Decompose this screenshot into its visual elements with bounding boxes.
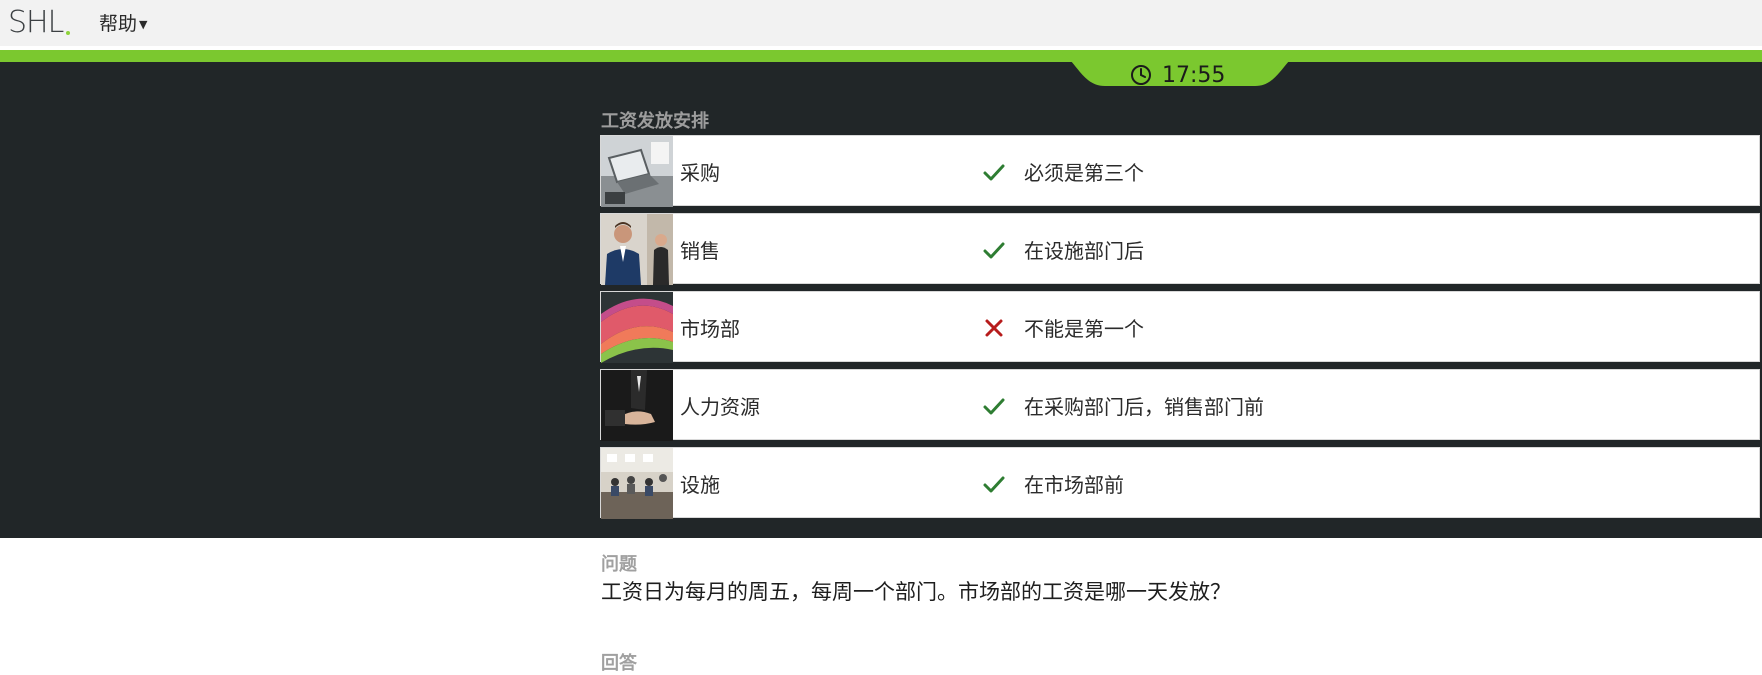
schedule-row-facilities: 设施 在市场部前 bbox=[600, 447, 1760, 519]
rule-text: 必须是第三个 bbox=[1024, 161, 1144, 185]
question-text: 工资日为每月的周五，每周一个部门。市场部的工资是哪一天发放？ bbox=[601, 580, 1231, 604]
schedule-row-marketing: 市场部 不能是第一个 bbox=[600, 291, 1760, 363]
help-menu-button[interactable]: 帮助 ▼ bbox=[99, 9, 147, 36]
help-label: 帮助 bbox=[99, 13, 138, 35]
schedule-row-hr: 人力资源 在采购部门后，销售部门前 bbox=[600, 369, 1760, 441]
rule-text: 不能是第一个 bbox=[1024, 317, 1144, 341]
timer-text: 17:55 bbox=[1162, 62, 1226, 88]
department-name: 设施 bbox=[680, 473, 720, 497]
department-name: 市场部 bbox=[680, 317, 740, 341]
timer: 17:55 bbox=[1130, 58, 1225, 92]
rule-text: 在市场部前 bbox=[1024, 473, 1124, 497]
department-name: 销售 bbox=[680, 239, 720, 263]
laptop-desk-thumbnail bbox=[601, 136, 673, 207]
question-label: 问题 bbox=[601, 554, 637, 575]
schedule-title: 工资发放安排 bbox=[601, 111, 709, 132]
check-icon bbox=[983, 476, 1005, 493]
business-people-thumbnail bbox=[601, 214, 673, 285]
schedule-row-sales: 销售 在设施部门后 bbox=[600, 213, 1760, 285]
shl-logo: SHL bbox=[8, 5, 64, 40]
office-room-thumbnail bbox=[601, 448, 673, 519]
color-chart-thumbnail bbox=[601, 292, 673, 363]
check-icon bbox=[983, 398, 1005, 415]
accent-bar bbox=[0, 50, 1762, 62]
department-name: 人力资源 bbox=[680, 395, 760, 419]
department-name: 采购 bbox=[680, 161, 720, 185]
rule-text: 在采购部门后，销售部门前 bbox=[1024, 395, 1264, 419]
logo-dot bbox=[66, 31, 70, 35]
schedule-list: 采购 必须是第三个 销售 在设施部门后 市场部 不能是第一个 人力资源 在采购部… bbox=[600, 135, 1760, 525]
schedule-row-purchasing: 采购 必须是第三个 bbox=[600, 135, 1760, 207]
handshake-thumbnail bbox=[601, 370, 673, 441]
check-icon bbox=[983, 164, 1005, 181]
caret-down-icon: ▼ bbox=[139, 18, 148, 31]
rule-text: 在设施部门后 bbox=[1024, 239, 1144, 263]
answer-label: 回答 bbox=[601, 653, 637, 674]
check-icon bbox=[983, 242, 1005, 259]
clock-icon bbox=[1131, 65, 1151, 85]
cross-icon bbox=[985, 319, 1003, 337]
top-bar: SHL 帮助 ▼ bbox=[0, 0, 1762, 46]
